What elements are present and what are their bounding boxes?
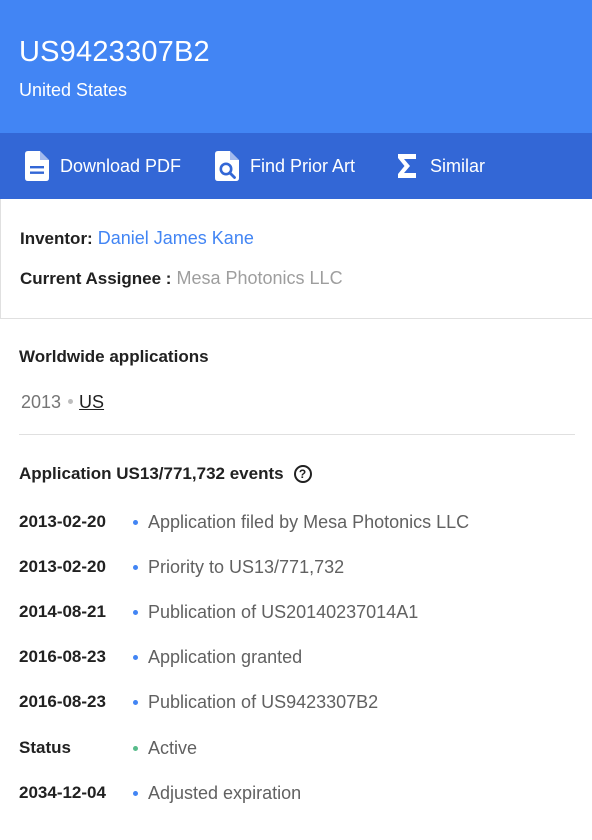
event-row: Status Active [19, 733, 197, 763]
inventor-label: Inventor: [20, 229, 93, 248]
help-circle-icon[interactable]: ? [293, 465, 312, 483]
event-date: 2016-08-23 [19, 647, 106, 666]
similar-label: Similar [430, 155, 486, 176]
patent-country: United States [19, 80, 128, 100]
event-row: 2013-02-20 Application filed by Mesa Phot… [19, 507, 469, 537]
action-toolbar: Download PDF Find Prior Art Similar [0, 133, 592, 199]
assignee-label: Current Assignee : [20, 269, 172, 288]
application-year: 2013 [21, 392, 62, 412]
event-row: 2034-12-04 Adjusted expiration [19, 778, 301, 808]
patent-number: US9423307B2 [19, 36, 210, 68]
event-text: Adjusted expiration [148, 782, 302, 803]
event-date: 2034-12-04 [19, 783, 106, 802]
document-search-icon [214, 150, 240, 182]
event-text: Publication of US20140237014A1 [148, 601, 419, 622]
event-date: 2016-08-23 [19, 692, 106, 711]
events-title: Application US13/771,732 events ? [19, 464, 312, 484]
event-bullet [133, 745, 138, 751]
event-bullet [133, 790, 138, 796]
event-text: Publication of US9423307B2 [148, 691, 379, 712]
event-row: 2016-08-23 Publication of US9423307B2 [19, 687, 378, 717]
section-divider [19, 434, 575, 435]
find-prior-art-label: Find Prior Art [250, 155, 356, 176]
find-prior-art-button[interactable]: Find Prior Art [214, 133, 355, 199]
event-bullet [133, 564, 138, 570]
event-date: 2013-02-20 [19, 512, 106, 531]
event-bullet [133, 699, 138, 705]
event-bullet [133, 654, 138, 660]
separator-dot [68, 399, 74, 404]
event-text: Application filed by Mesa Photonics LLC [148, 511, 470, 532]
document-icon [24, 150, 50, 182]
worldwide-applications-title: Worldwide applications [19, 347, 209, 366]
event-text: Active [148, 737, 198, 758]
download-pdf-button[interactable]: Download PDF [24, 133, 181, 199]
events-title-text: Application US13/771,732 events [19, 464, 284, 483]
event-text: Application granted [148, 646, 303, 667]
download-pdf-label: Download PDF [60, 155, 182, 176]
sigma-icon [394, 150, 420, 182]
event-row: 2014-08-21 Publication of US20140237014A1 [19, 597, 418, 627]
similar-button[interactable]: Similar [394, 133, 485, 199]
event-text: Priority to US13/771,732 [148, 556, 345, 577]
worldwide-applications-row: 2013 US [21, 392, 104, 413]
event-bullet [133, 519, 138, 525]
patent-header: US9423307B2 United States [0, 0, 592, 133]
country-link-us[interactable]: US [79, 392, 104, 412]
patent-meta: Inventor: Daniel James Kane Current Assi… [0, 199, 592, 319]
assignee-name: Mesa Photonics LLC [176, 268, 343, 288]
event-row: 2016-08-23 Application granted [19, 642, 302, 672]
assignee-row: Current Assignee : Mesa Photonics LLC [20, 268, 343, 289]
event-row: 2013-02-20 Priority to US13/771,732 [19, 552, 344, 582]
event-date: 2014-08-21 [19, 602, 106, 621]
inventor-link[interactable]: Daniel James Kane [98, 228, 254, 248]
event-date: 2013-02-20 [19, 557, 106, 576]
event-bullet [133, 609, 138, 615]
event-date: Status [19, 738, 71, 757]
inventor-row: Inventor: Daniel James Kane [20, 228, 254, 249]
